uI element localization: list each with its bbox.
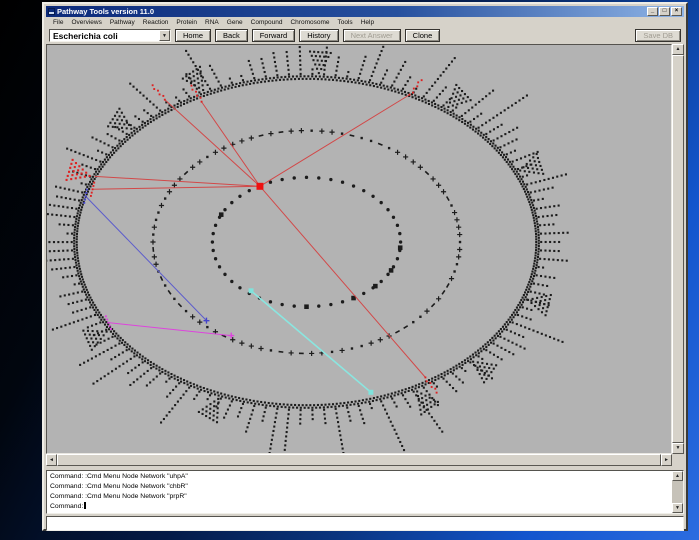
scroll-left-icon[interactable]: ◄ — [46, 454, 57, 466]
command-console[interactable]: Command: :Cmd Menu Node Network "uhpA" C… — [46, 470, 684, 514]
vertical-scrollbar[interactable]: ▲ ▼ — [672, 44, 684, 454]
menu-item-overviews[interactable]: Overviews — [67, 19, 105, 26]
menu-item-protein[interactable]: Protein — [172, 19, 201, 26]
menu-item-reaction[interactable]: Reaction — [139, 19, 173, 26]
close-icon[interactable]: × — [671, 7, 682, 16]
genome-overview — [47, 45, 671, 453]
forward-button[interactable]: Forward — [252, 29, 296, 42]
toolbar: Escherichia coli ▼ Home Back Forward His… — [46, 28, 684, 43]
vertical-scrollbar-thumb[interactable] — [672, 55, 684, 443]
window-controls: _ □ × — [647, 7, 682, 16]
scrollbar-corner — [672, 454, 684, 466]
menu-item-pathway[interactable]: Pathway — [106, 19, 139, 26]
menu-item-rna[interactable]: RNA — [201, 19, 223, 26]
menu-item-compound[interactable]: Compound — [247, 19, 287, 26]
scroll-right-icon[interactable]: ► — [661, 454, 672, 466]
chevron-down-icon[interactable]: ▼ — [159, 30, 170, 41]
organism-selector-value: Escherichia coli — [50, 31, 118, 41]
organism-selector[interactable]: Escherichia coli ▼ — [49, 29, 171, 42]
app-icon — [48, 8, 55, 15]
horizontal-scrollbar-thumb[interactable] — [57, 454, 661, 466]
text-cursor — [84, 502, 86, 509]
scroll-up-icon[interactable]: ▲ — [672, 44, 684, 55]
window-title: Pathway Tools version 11.0 — [57, 7, 645, 16]
horizontal-scrollbar[interactable]: ◄ ► — [46, 454, 672, 466]
menu-item-chromosome[interactable]: Chromosome — [286, 19, 333, 26]
maximize-icon[interactable]: □ — [659, 7, 670, 16]
desktop: { "window": { "title": "Pathway Tools ve… — [0, 0, 699, 540]
menu-item-gene[interactable]: Gene — [223, 19, 247, 26]
console-line: Command: :Cmd Menu Node Network "prpR" — [50, 492, 680, 502]
clone-button[interactable]: Clone — [405, 29, 441, 42]
history-button[interactable]: History — [299, 29, 338, 42]
minimize-icon[interactable]: _ — [647, 7, 658, 16]
title-bar[interactable]: Pathway Tools version 11.0 _ □ × — [46, 6, 684, 17]
console-prompt: Command: — [50, 503, 83, 510]
back-button[interactable]: Back — [215, 29, 248, 42]
console-prompt-line: Command: — [50, 502, 680, 512]
scroll-down-icon[interactable]: ▼ — [672, 443, 684, 454]
menu-item-tools[interactable]: Tools — [334, 19, 357, 26]
save-db-button: Save DB — [635, 29, 681, 42]
next-answer-button: Next Answer — [343, 29, 401, 42]
home-button[interactable]: Home — [175, 29, 211, 42]
console-line: Command: :Cmd Menu Node Network "uhpA" — [50, 472, 680, 482]
menu-item-file[interactable]: File — [49, 19, 67, 26]
menu-item-help[interactable]: Help — [357, 19, 378, 26]
genome-overview-canvas[interactable] — [46, 44, 672, 454]
genome-viewport: ▲ ▼ ◄ ► — [46, 44, 684, 466]
scroll-up-icon[interactable]: ▲ — [672, 471, 683, 481]
menu-bar: File Overviews Pathway Reaction Protein … — [46, 18, 684, 27]
console-input[interactable] — [46, 516, 684, 531]
console-scrollbar[interactable]: ▲ ▼ — [672, 471, 683, 513]
console-line: Command: :Cmd Menu Node Network "chbR" — [50, 482, 680, 492]
app-window: Pathway Tools version 11.0 _ □ × File Ov… — [42, 2, 688, 531]
scroll-down-icon[interactable]: ▼ — [672, 503, 683, 513]
